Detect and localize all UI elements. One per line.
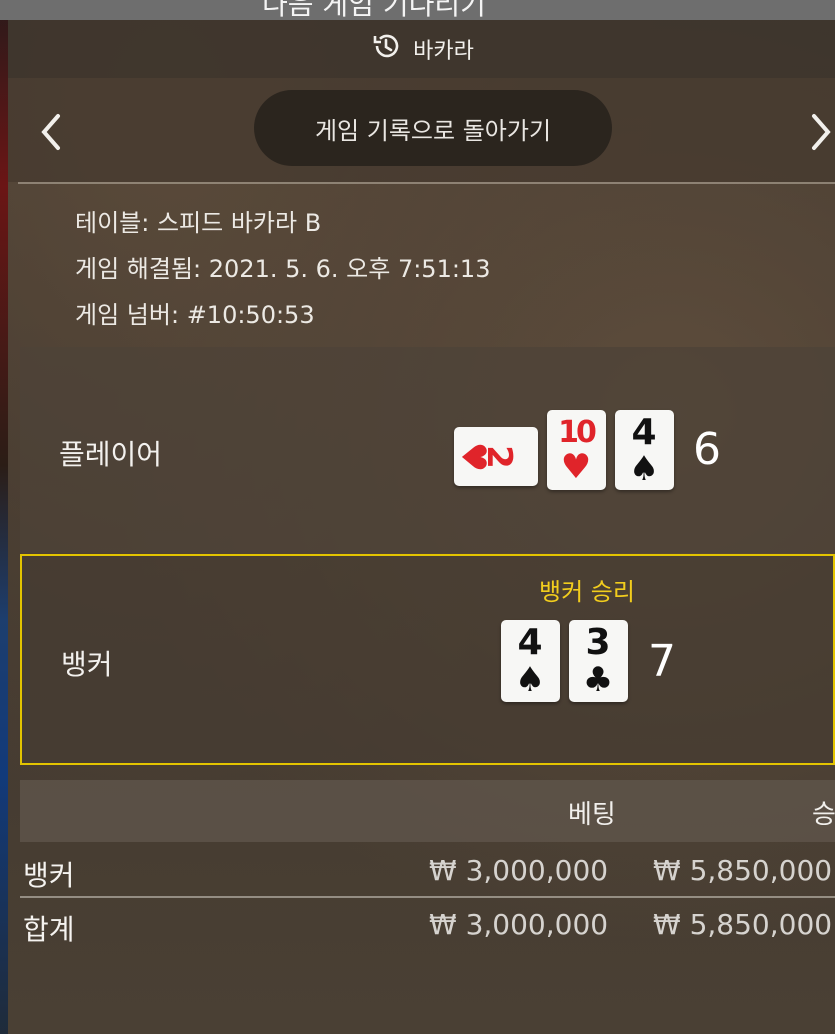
- divider: [18, 182, 835, 184]
- player-card-2-suit: ♥: [561, 447, 591, 487]
- game-info: 테이블: 스피드 바카라 B 게임 해결됨: 2021. 5. 6. 오후 7:…: [75, 200, 490, 338]
- banker-result-panel: 뱅커 승리 뱅커 4 ♠ 3 ♣ 7: [20, 554, 835, 765]
- win-column-header: 승: [812, 800, 835, 830]
- history-icon: [369, 30, 401, 68]
- banker-label: 뱅커: [61, 648, 113, 681]
- banker-card-1: 4 ♠: [501, 620, 560, 702]
- player-label: 플레이어: [59, 438, 163, 471]
- bet-row-name: 뱅커: [23, 859, 75, 892]
- bet-column-header: 베팅: [568, 800, 616, 830]
- table-label: 테이블:: [75, 209, 150, 237]
- game-number-value: #10:50:53: [186, 301, 315, 329]
- player-card-3-suit: ♠: [629, 449, 659, 489]
- resolved-value: 2021. 5. 6. 오후 7:51:13: [208, 255, 491, 283]
- player-result-panel: 플레이어 2 ♥ 10 ♥ 4 ♠ 6: [20, 347, 835, 553]
- background-sidebar-edge: [0, 0, 8, 1034]
- player-card-2: 10 ♥: [547, 410, 606, 490]
- table-value: 스피드 바카라 B: [156, 209, 322, 237]
- win-amount: ₩ 5,850,000: [653, 908, 833, 941]
- back-to-history-button[interactable]: 게임 기록으로 돌아가기: [254, 90, 612, 166]
- player-score: 6: [693, 424, 721, 475]
- winner-label: 뱅커 승리: [539, 578, 635, 606]
- history-title: 바카라: [413, 39, 474, 64]
- bet-row-name: 합계: [23, 913, 75, 946]
- banker-card-2: 3 ♣: [569, 620, 628, 702]
- chevron-left-icon[interactable]: [34, 112, 68, 152]
- banker-card-1-suit: ♠: [515, 660, 545, 700]
- table-row: 뱅커 ₩ 3,000,000 ₩ 5,850,000: [20, 844, 835, 898]
- player-card-1: 2 ♥: [453, 427, 538, 486]
- player-card-3: 4 ♠: [615, 410, 674, 490]
- bet-amount: ₩ 3,000,000: [429, 908, 609, 941]
- chevron-right-icon[interactable]: [804, 112, 835, 152]
- game-number-info: 게임 넘버: #10:50:53: [75, 292, 490, 338]
- banker-score: 7: [648, 636, 676, 687]
- table-row: 합계 ₩ 3,000,000 ₩ 5,850,000: [20, 898, 835, 952]
- history-nav: 게임 기록으로 돌아가기: [8, 78, 835, 182]
- banker-card-2-suit: ♣: [583, 660, 613, 700]
- top-banner: 다음 게임 기다리기: [0, 0, 835, 20]
- top-banner-text: 다음 게임 기다리기: [262, 0, 486, 20]
- resolved-info: 게임 해결됨: 2021. 5. 6. 오후 7:51:13: [75, 246, 490, 292]
- bets-table-header: 베팅 승: [20, 780, 835, 842]
- player-card-2-rank: 10: [558, 415, 596, 450]
- banker-card-1-rank: 4: [517, 622, 542, 663]
- table-info: 테이블: 스피드 바카라 B: [75, 200, 490, 246]
- game-number-label: 게임 넘버:: [75, 301, 180, 329]
- player-card-1-suit: ♥: [454, 442, 493, 472]
- player-card-3-rank: 4: [631, 412, 656, 453]
- history-header: 바카라: [8, 20, 835, 78]
- resolved-label: 게임 해결됨:: [75, 255, 202, 283]
- banker-card-2-rank: 3: [585, 622, 610, 663]
- win-amount: ₩ 5,850,000: [653, 854, 833, 887]
- bet-amount: ₩ 3,000,000: [429, 854, 609, 887]
